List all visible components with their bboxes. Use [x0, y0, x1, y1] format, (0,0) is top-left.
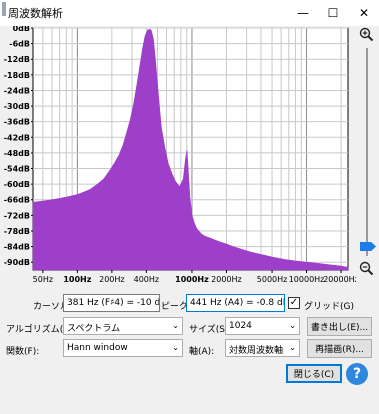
- spectrum-plot[interactable]: 0dB -6dB -12dB -18dB -24dB -30dB -36dB -42dB -48…: [0, 26, 379, 284]
- close-button[interactable]: 閉じる(C): [286, 364, 342, 383]
- vertical-zoom-bar: [356, 26, 379, 284]
- vertical-scroll-thumb[interactable]: [360, 242, 376, 251]
- x-tick-label: 100Hz: [63, 275, 91, 284]
- y-tick-label: -30dB: [4, 102, 30, 111]
- y-tick-label: -12dB: [4, 55, 30, 64]
- y-tick-label: -18dB: [4, 71, 30, 80]
- axis-value: 対数周波数軸: [229, 346, 284, 356]
- x-tick-label: 20000Hz: [323, 275, 356, 284]
- y-tick-label: 0dB: [13, 26, 30, 33]
- chevron-down-icon: ⌄: [172, 321, 179, 330]
- peak-readout[interactable]: 441 Hz (A4) = -0.8 dB: [186, 294, 285, 312]
- y-tick-label: -36dB: [4, 118, 30, 127]
- x-tick-label: 50Hz: [33, 275, 53, 284]
- chevron-down-icon: ⌄: [289, 321, 296, 330]
- algorithm-select[interactable]: スペクトラム ⌄: [63, 317, 183, 335]
- y-tick-label: -60dB: [4, 180, 30, 189]
- algorithm-row: アルゴリズム(A): スペクトラム ⌄ サイズ(S): 1024 ⌄ 書き出し(…: [0, 317, 379, 339]
- y-tick-label: -84dB: [4, 243, 30, 252]
- x-tick-label: 10000Hz: [289, 275, 325, 284]
- axis-label: 軸(A):: [189, 347, 215, 357]
- grid-checkbox[interactable]: ✓: [288, 297, 300, 309]
- vertical-scroll-track[interactable]: [366, 48, 368, 256]
- y-tick-label: -48dB: [4, 149, 30, 158]
- size-value: 1024: [229, 321, 252, 331]
- y-tick-label: -90dB: [4, 258, 30, 267]
- x-tick-label: 5000Hz: [257, 275, 288, 284]
- frequency-analysis-window: 周波数解析 — ☐ ✕ 0dB -6dB -12dB -18dB -24dB -30dB -…: [0, 0, 379, 414]
- algorithm-value: スペクトラム: [67, 324, 121, 334]
- readout-row: カーソル: 381 Hz (F♯4) = -10 dB ピーク: 441 Hz …: [0, 294, 379, 316]
- app-icon: [2, 2, 6, 16]
- grid-checkbox-label[interactable]: グリッド(G): [304, 299, 354, 312]
- window-title: 周波数解析: [8, 7, 63, 20]
- size-select[interactable]: 1024 ⌄: [225, 317, 300, 335]
- cursor-readout: 381 Hz (F♯4) = -10 dB: [63, 294, 160, 312]
- y-tick-label: -72dB: [4, 211, 30, 220]
- chevron-down-icon: ⌄: [172, 343, 179, 352]
- function-label: 関数(F):: [6, 347, 40, 357]
- y-tick-label: -6dB: [9, 40, 30, 49]
- y-tick-label: -42dB: [4, 133, 30, 142]
- x-tick-label: 2000Hz: [211, 275, 242, 284]
- y-tick-label: -66dB: [4, 196, 30, 205]
- function-select[interactable]: Hann window ⌄: [63, 339, 183, 357]
- y-tick-label: -24dB: [4, 86, 30, 95]
- help-icon[interactable]: ?: [346, 363, 368, 385]
- x-tick-label: 1000Hz: [175, 275, 209, 284]
- maximize-button[interactable]: ☐: [318, 0, 348, 26]
- title-bar: 周波数解析 — ☐ ✕: [0, 0, 379, 26]
- y-tick-label: -54dB: [4, 165, 30, 174]
- zoom-out-icon[interactable]: [358, 260, 376, 278]
- spectrum-chart[interactable]: 0dB -6dB -12dB -18dB -24dB -30dB -36dB -42dB -48…: [0, 26, 356, 284]
- replot-button[interactable]: 再描画(R)...: [307, 339, 372, 358]
- x-tick-label: 400Hz: [134, 275, 159, 284]
- y-tick-label: -78dB: [4, 227, 30, 236]
- x-tick-label: 200Hz: [99, 275, 124, 284]
- export-button[interactable]: 書き出し(E)...: [307, 317, 372, 336]
- function-row: 関数(F): Hann window ⌄ 軸(A): 対数周波数軸 ⌄ 再描画(…: [0, 339, 379, 361]
- minimize-button[interactable]: —: [288, 0, 318, 26]
- close-window-button[interactable]: ✕: [349, 0, 379, 26]
- function-value: Hann window: [67, 343, 128, 353]
- zoom-in-icon[interactable]: [358, 26, 376, 44]
- chevron-down-icon: ⌄: [289, 343, 296, 352]
- axis-select[interactable]: 対数周波数軸 ⌄: [225, 339, 300, 357]
